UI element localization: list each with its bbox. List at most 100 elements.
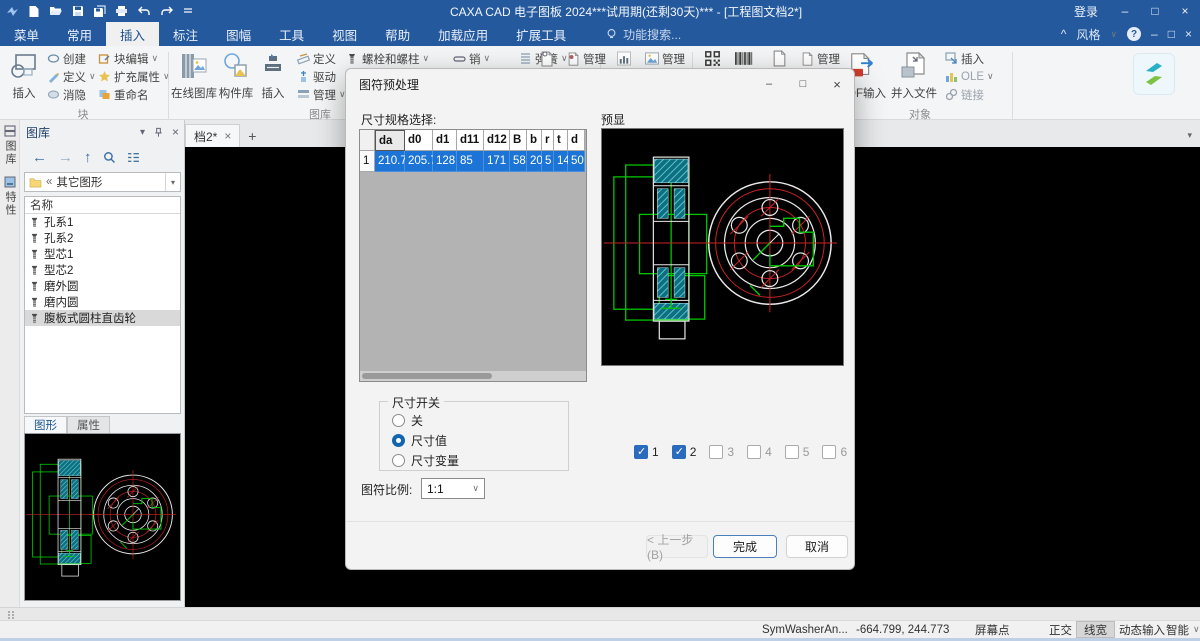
list-item[interactable]: 型芯1 xyxy=(25,246,180,262)
cell[interactable]: 58 xyxy=(510,151,527,172)
status-screen-point[interactable]: 屏幕点 xyxy=(975,621,1010,638)
link-button[interactable]: 链接 xyxy=(944,86,994,103)
library-insert-button[interactable]: 插入 xyxy=(256,50,290,112)
radio-dim-variable-circle[interactable] xyxy=(392,454,405,467)
side-tab-properties[interactable]: 特性 xyxy=(0,171,20,222)
checkbox-4-box[interactable] xyxy=(747,445,761,459)
pdf-manage-button[interactable]: 管理 xyxy=(800,50,840,67)
cell[interactable]: 171 xyxy=(484,151,510,172)
tab-view[interactable]: 视图 xyxy=(318,22,371,46)
checkbox-1[interactable]: 1 xyxy=(634,445,659,459)
radio-dim-variable[interactable]: 尺寸变量 xyxy=(392,452,459,469)
radio-dim-value[interactable]: 尺寸值 xyxy=(392,432,447,449)
finish-button[interactable]: 完成 xyxy=(713,535,777,558)
nav-back-icon[interactable]: ← xyxy=(32,149,47,166)
merge-file-button[interactable]: 并入文件 xyxy=(890,50,938,112)
style-button[interactable]: 风格 xyxy=(1076,26,1100,43)
spec-table-row-selected[interactable]: 1 210.7 205.7 128 85 171 58 20 5 14 50 xyxy=(360,151,586,172)
image-manage-button[interactable]: 管理 xyxy=(645,50,685,67)
panel-menu-icon[interactable]: ▾ xyxy=(140,127,145,138)
pdf-doc-button[interactable] xyxy=(770,50,788,67)
save-icon[interactable] xyxy=(72,4,84,18)
dialog-maximize-button[interactable]: □ xyxy=(786,70,820,98)
checkbox-3-box[interactable] xyxy=(709,445,723,459)
list-item[interactable]: 磨内圆 xyxy=(25,294,180,310)
list-item[interactable]: 孔系1 xyxy=(25,214,180,230)
undo-icon[interactable] xyxy=(137,4,151,18)
col-header[interactable]: d0 xyxy=(405,130,433,151)
dialog-minimize-button[interactable]: – xyxy=(752,70,786,98)
document-tab[interactable]: 档2* × xyxy=(185,124,240,147)
dialog-close-button[interactable]: × xyxy=(820,70,854,98)
tab-attributes[interactable]: 属性 xyxy=(67,416,110,433)
minimize-button[interactable]: – xyxy=(1110,0,1140,22)
bolt-stud-button[interactable]: 螺栓和螺柱∨ xyxy=(345,50,429,67)
list-item[interactable]: 型芯2 xyxy=(25,262,180,278)
library-define-button[interactable]: 定义 xyxy=(296,50,346,67)
library-listview-icon[interactable] xyxy=(127,151,140,164)
symbol-scale-select[interactable]: 1:1 ∨ xyxy=(421,478,485,499)
tab-graphic[interactable]: 图形 xyxy=(24,416,67,433)
checkbox-5-box[interactable] xyxy=(785,445,799,459)
style-dropdown-icon[interactable]: ∨ xyxy=(1110,29,1117,40)
new-document-tab-button[interactable]: + xyxy=(240,124,264,147)
radio-dim-value-circle[interactable] xyxy=(392,434,405,447)
doc-minimize-icon[interactable]: – xyxy=(1151,27,1158,41)
cell[interactable]: 85 xyxy=(457,151,484,172)
tab-load-app[interactable]: 加载应用 xyxy=(424,22,502,46)
dialog-title-bar[interactable]: 图符预处理 – □ × xyxy=(346,69,854,99)
radio-off-circle[interactable] xyxy=(392,414,405,427)
checkbox-1-box[interactable] xyxy=(634,445,648,459)
back-button[interactable]: < 上一步(B) xyxy=(646,535,708,558)
col-header[interactable]: d xyxy=(568,130,585,151)
tab-annotate[interactable]: 标注 xyxy=(159,22,212,46)
col-header[interactable]: t xyxy=(554,130,568,151)
new-file-icon[interactable] xyxy=(28,4,40,18)
save-all-icon[interactable] xyxy=(93,4,106,18)
login-button[interactable]: 登录 xyxy=(1062,3,1110,20)
collapse-ribbon-icon[interactable]: ^ xyxy=(1061,27,1067,41)
qr-code-button[interactable] xyxy=(703,50,721,67)
library-manage-button[interactable]: 管理∨ xyxy=(296,86,346,103)
tab-extensions[interactable]: 扩展工具 xyxy=(502,22,580,46)
checkbox-6-box[interactable] xyxy=(822,445,836,459)
clip-doc-button[interactable] xyxy=(540,50,554,67)
tab-common[interactable]: 常用 xyxy=(53,22,106,46)
block-edit-button[interactable]: 块编辑∨ xyxy=(97,50,170,67)
col-header[interactable]: d12 xyxy=(484,130,510,151)
toggle-dynamic-input[interactable]: 动态输入 xyxy=(1112,621,1172,638)
open-file-icon[interactable] xyxy=(49,4,63,18)
cell[interactable]: 14 xyxy=(554,151,568,172)
panel-pin-icon[interactable] xyxy=(153,127,164,138)
ext-attr-button[interactable]: 扩充属性∨ xyxy=(97,68,170,85)
table-hscrollbar[interactable] xyxy=(360,371,586,381)
nav-up-icon[interactable]: ↑ xyxy=(84,149,92,166)
cell[interactable]: 5 xyxy=(542,151,554,172)
pin-button[interactable]: 销∨ xyxy=(452,50,490,67)
tab-help[interactable]: 帮助 xyxy=(371,22,424,46)
cell[interactable]: 210.7 xyxy=(375,151,405,172)
barcode-button[interactable] xyxy=(733,50,753,67)
ole-button[interactable]: OLE∨ xyxy=(944,68,994,85)
col-header[interactable]: B xyxy=(510,130,527,151)
panel-close-icon[interactable]: × xyxy=(172,125,179,139)
checkbox-6[interactable]: 6 xyxy=(822,445,847,459)
checkbox-4[interactable]: 4 xyxy=(747,445,772,459)
nav-forward-icon[interactable]: → xyxy=(58,149,73,166)
doc-close-icon[interactable]: × xyxy=(1185,27,1192,41)
app-logo-icon[interactable] xyxy=(6,4,19,18)
library-drive-button[interactable]: 驱动 xyxy=(296,68,346,85)
doc-restore-icon[interactable]: □ xyxy=(1168,27,1175,41)
checkbox-2-box[interactable] xyxy=(672,445,686,459)
cell[interactable]: 128 xyxy=(433,151,457,172)
list-item[interactable]: 磨外圆 xyxy=(25,278,180,294)
library-path-combo[interactable]: « 其它图形 ▾ xyxy=(24,172,181,192)
cell[interactable]: 50 xyxy=(568,151,585,172)
table-hscroll-thumb[interactable] xyxy=(362,373,492,379)
document-tab-close-icon[interactable]: × xyxy=(224,129,231,143)
block-define-button[interactable]: 定义∨ xyxy=(46,68,96,85)
tab-menu[interactable]: 菜单 xyxy=(0,22,53,46)
block-hide-button[interactable]: 消隐 xyxy=(46,86,96,103)
list-item-selected[interactable]: 腹板式圆柱直齿轮 xyxy=(25,310,180,326)
checkbox-3[interactable]: 3 xyxy=(709,445,734,459)
